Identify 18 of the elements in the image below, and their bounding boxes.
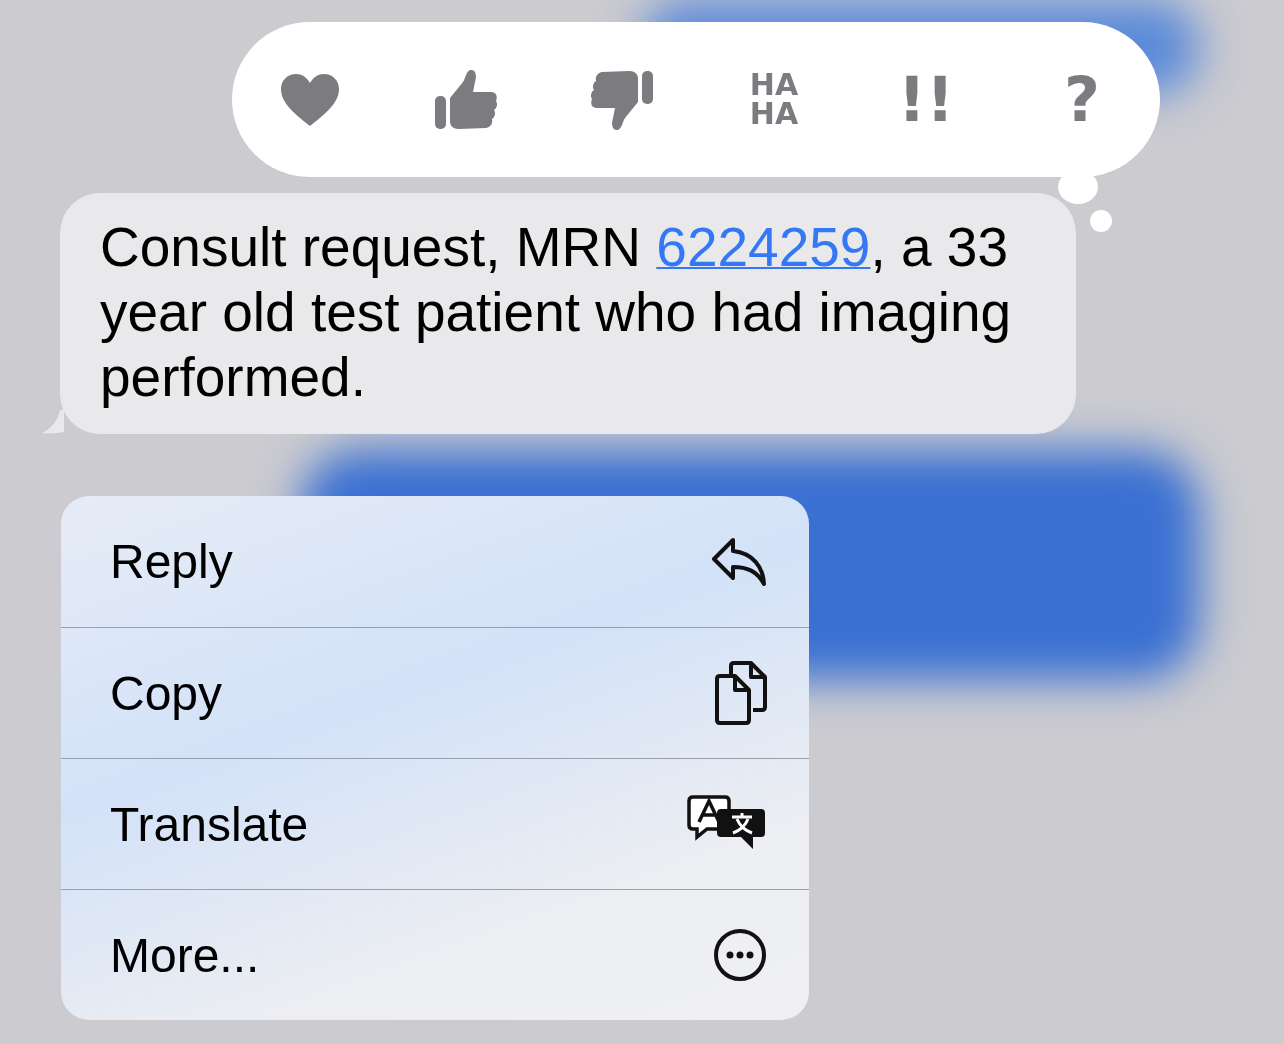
more-icon xyxy=(713,928,767,982)
menu-item[interactable]: More... xyxy=(61,889,809,1020)
menu-item[interactable]: Reply xyxy=(61,496,809,627)
thumbs-up-icon xyxy=(433,67,499,132)
menu-item-label: More... xyxy=(110,927,260,983)
menu-item-label: Reply xyxy=(110,534,233,589)
menu-item-label: Translate xyxy=(110,796,309,852)
reaction-button[interactable]: ? xyxy=(1042,59,1122,140)
menu-item-label: Copy xyxy=(110,665,223,721)
reaction-button[interactable]: HA HA xyxy=(738,59,810,140)
menu-item[interactable]: Copy xyxy=(61,627,809,758)
copy-icon xyxy=(713,661,767,725)
message-text: Consult request, MRN 6224259, a 33 year old test patient who had imaging performed. xyxy=(100,215,1013,410)
bubble-tail-dot xyxy=(1090,210,1112,232)
reply-icon xyxy=(711,536,767,587)
reaction-button[interactable]: !! xyxy=(886,59,966,140)
menu-item[interactable]: Translate xyxy=(61,758,809,889)
heart-icon xyxy=(279,71,341,128)
